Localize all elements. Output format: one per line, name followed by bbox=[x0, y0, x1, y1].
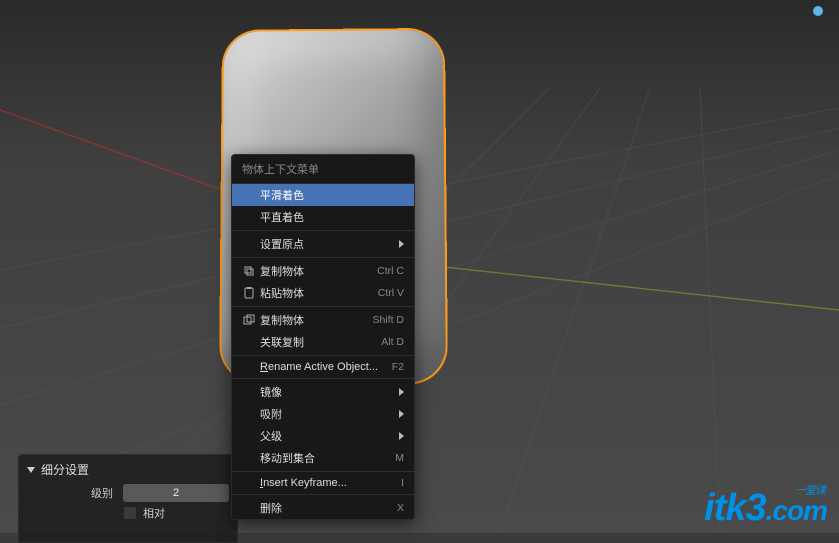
menu-shortcut: Ctrl V bbox=[366, 287, 404, 299]
menu-item-label: Insert Keyframe... bbox=[260, 477, 389, 489]
logo-domain: .com bbox=[766, 495, 827, 526]
context-menu-title: 物体上下文菜单 bbox=[232, 155, 414, 184]
submenu-arrow-icon bbox=[399, 410, 404, 418]
menu-item-label: 关联复制 bbox=[260, 334, 369, 350]
submenu-arrow-icon bbox=[399, 388, 404, 396]
menu-rename-active-object[interactable]: Rename Active Object... F2 bbox=[232, 358, 414, 376]
submenu-arrow-icon bbox=[399, 240, 404, 248]
menu-shade-flat[interactable]: 平直着色 bbox=[232, 206, 414, 228]
menu-separator bbox=[232, 257, 414, 258]
menu-shortcut: I bbox=[389, 477, 404, 489]
watermark-logo: 一堂课 itk3.com bbox=[704, 491, 827, 525]
menu-item-label: Rename Active Object... bbox=[260, 361, 380, 373]
menu-duplicate-objects[interactable]: 复制物体 Shift D bbox=[232, 309, 414, 331]
copy-icon bbox=[240, 264, 258, 278]
menu-item-label: 移动到集合 bbox=[260, 450, 383, 466]
menu-separator bbox=[232, 494, 414, 495]
menu-insert-keyframe[interactable]: Insert Keyframe... I bbox=[232, 474, 414, 492]
menu-shade-smooth[interactable]: 平滑着色 bbox=[232, 184, 414, 206]
operator-panel-header[interactable]: 细分设置 bbox=[27, 461, 229, 478]
menu-item-label: 平直着色 bbox=[260, 209, 404, 225]
menu-mirror[interactable]: 镜像 bbox=[232, 381, 414, 403]
menu-item-label: 镜像 bbox=[260, 384, 391, 400]
submenu-arrow-icon bbox=[399, 432, 404, 440]
menu-move-to-collection[interactable]: 移动到集合 M bbox=[232, 447, 414, 469]
menu-item-label: 复制物体 bbox=[260, 312, 360, 328]
menu-shortcut: F2 bbox=[380, 361, 404, 373]
menu-separator bbox=[232, 378, 414, 379]
level-label: 级别 bbox=[27, 485, 123, 501]
menu-item-label: 父级 bbox=[260, 428, 391, 444]
menu-item-label: 复制物体 bbox=[260, 263, 365, 279]
disclosure-triangle-icon bbox=[27, 467, 35, 473]
menu-item-label: 粘贴物体 bbox=[260, 285, 366, 301]
menu-parent[interactable]: 父级 bbox=[232, 425, 414, 447]
menu-item-label: 删除 bbox=[260, 500, 385, 516]
menu-separator bbox=[232, 471, 414, 472]
menu-paste-objects[interactable]: 粘贴物体 Ctrl V bbox=[232, 282, 414, 304]
menu-duplicate-linked[interactable]: 关联复制 Alt D bbox=[232, 331, 414, 353]
menu-set-origin[interactable]: 设置原点 bbox=[232, 233, 414, 255]
operator-panel-title: 细分设置 bbox=[41, 461, 89, 478]
level-field[interactable]: 2 bbox=[123, 484, 229, 502]
operator-panel[interactable]: 细分设置 级别 2 相对 bbox=[18, 454, 238, 543]
duplicate-icon bbox=[240, 313, 258, 327]
relative-label: 相对 bbox=[143, 505, 165, 521]
menu-shortcut: Shift D bbox=[360, 314, 404, 326]
menu-separator bbox=[232, 355, 414, 356]
menu-separator bbox=[232, 230, 414, 231]
menu-item-label: 吸附 bbox=[260, 406, 391, 422]
relative-checkbox[interactable] bbox=[123, 506, 137, 520]
menu-shortcut: Ctrl C bbox=[365, 265, 404, 277]
shading-preset-indicator[interactable] bbox=[813, 6, 823, 16]
menu-separator bbox=[232, 306, 414, 307]
logo-tagline: 一堂课 bbox=[795, 487, 825, 497]
menu-shortcut: Alt D bbox=[369, 336, 404, 348]
menu-item-label: 平滑着色 bbox=[260, 187, 404, 203]
menu-delete[interactable]: 删除 X bbox=[232, 497, 414, 519]
logo-brand: itk3 bbox=[704, 487, 765, 529]
menu-item-label: 设置原点 bbox=[260, 236, 391, 252]
menu-copy-objects[interactable]: 复制物体 Ctrl C bbox=[232, 260, 414, 282]
paste-icon bbox=[240, 286, 258, 300]
menu-shortcut: M bbox=[383, 452, 404, 464]
menu-snap[interactable]: 吸附 bbox=[232, 403, 414, 425]
menu-shortcut: X bbox=[385, 502, 404, 514]
object-context-menu: 物体上下文菜单 平滑着色 平直着色 设置原点 复制物体 Ctrl C 粘贴物体 … bbox=[231, 154, 415, 520]
